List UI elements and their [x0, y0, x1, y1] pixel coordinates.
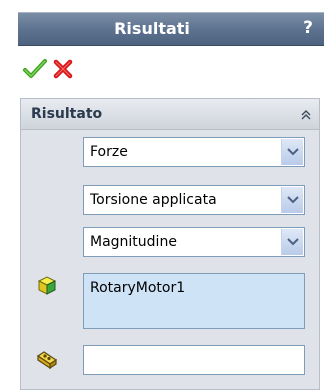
chevron-down-icon — [287, 196, 299, 204]
result-group: Risultato Forze Torsione applicata Magni… — [20, 98, 320, 390]
dropdown-arrow-button[interactable] — [281, 229, 303, 255]
double-chevron-up-icon — [301, 110, 311, 120]
selected-components-list[interactable]: RotaryMotor1 — [83, 273, 305, 329]
dropdown-arrow-button[interactable] — [281, 187, 303, 213]
collapse-button[interactable] — [299, 107, 313, 121]
result-component-select[interactable]: Magnitudine — [83, 227, 305, 257]
chevron-down-icon — [287, 148, 299, 156]
checkmark-icon — [23, 59, 47, 78]
ok-button[interactable] — [22, 56, 48, 82]
result-category-select[interactable]: Forze — [83, 137, 305, 167]
result-category-value: Forze — [90, 144, 128, 160]
result-subcategory-select[interactable]: Torsione applicata — [83, 185, 305, 215]
result-group-header[interactable]: Risultato — [21, 99, 319, 130]
chevron-down-icon — [287, 238, 299, 246]
reference-component-icon — [35, 347, 59, 371]
x-icon — [53, 59, 73, 79]
result-subcategory-value: Torsione applicata — [90, 192, 217, 208]
action-row — [18, 50, 324, 86]
cancel-button[interactable] — [50, 56, 76, 82]
help-button[interactable]: ? — [298, 17, 318, 39]
result-component-value: Magnitudine — [90, 234, 177, 250]
part-cube-icon — [35, 273, 59, 297]
results-property-manager: Risultati ? Risultato Forze Torsione app… — [0, 0, 324, 392]
panel-title: Risultati — [114, 19, 190, 38]
reference-component-field[interactable] — [83, 345, 305, 375]
result-group-title: Risultato — [31, 106, 103, 122]
title-bar: Risultati ? — [18, 12, 324, 46]
list-item[interactable]: RotaryMotor1 — [90, 280, 185, 296]
dropdown-arrow-button[interactable] — [281, 139, 303, 165]
